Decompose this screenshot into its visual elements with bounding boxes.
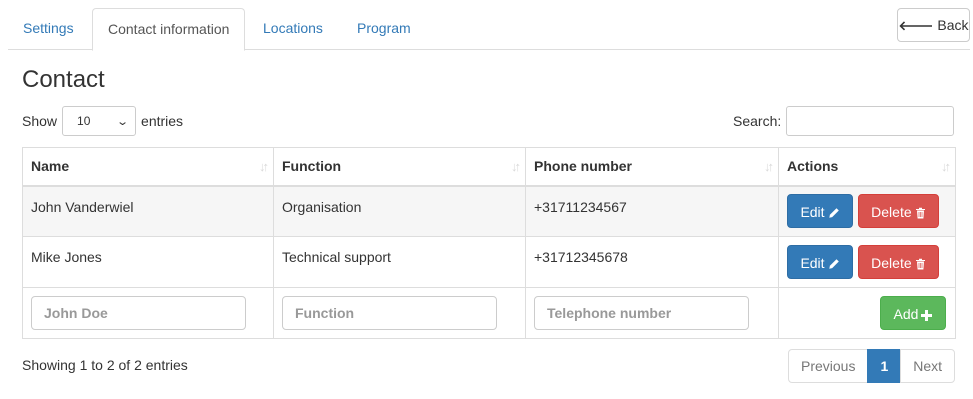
- cell-add: Add: [778, 287, 956, 339]
- table-info: Showing 1 to 2 of 2 entries: [22, 357, 188, 373]
- back-label: Back: [937, 17, 969, 33]
- tab-contact-information[interactable]: Contact information: [92, 8, 246, 51]
- search-input[interactable]: [786, 106, 955, 136]
- next-page-button[interactable]: Next: [900, 349, 956, 383]
- table-header-row: Name ↓↑ Function ↓↑ Phone number ↓↑ Actions…: [22, 147, 956, 187]
- column-header-label: Function: [282, 158, 342, 175]
- phone-input[interactable]: Telephone number: [534, 296, 749, 330]
- pencil-icon: [828, 208, 839, 218]
- trash-icon: [915, 208, 925, 219]
- cell-function-input: Function: [273, 287, 526, 339]
- cell-function: Technical support: [273, 236, 526, 288]
- column-header-label: Name: [31, 158, 70, 175]
- add-label: Add: [893, 306, 919, 322]
- search-control: Search:: [733, 106, 955, 136]
- previous-page-button[interactable]: Previous: [788, 349, 869, 383]
- entries-select-value: 10: [77, 114, 91, 128]
- column-header-label: Phone number: [534, 158, 633, 175]
- function-input[interactable]: Function: [282, 296, 497, 330]
- table-row: John Vanderwiel Organisation +3171123456…: [22, 185, 956, 237]
- cell-name: John Vanderwiel: [22, 185, 274, 237]
- delete-label: Delete: [871, 204, 912, 221]
- edit-label: Edit: [800, 255, 825, 271]
- length-control: Show 10 ⌄ entries: [22, 106, 183, 136]
- arrow-left-icon: 🡐: [898, 18, 934, 33]
- cell-actions: Edit Delete: [778, 236, 956, 288]
- column-header-label: Actions: [787, 158, 839, 175]
- sort-icon: ↓↑: [511, 159, 521, 174]
- tab-settings[interactable]: Settings: [8, 8, 89, 50]
- pagination: Previous 1 Next: [788, 349, 956, 383]
- delete-label: Delete: [871, 255, 912, 271]
- cell-phone-input: Telephone number: [525, 287, 779, 339]
- entries-label: entries: [141, 113, 184, 129]
- column-header-phone[interactable]: Phone number ↓↑: [525, 147, 779, 187]
- new-contact-row: John Doe Function Telephone number Add: [22, 287, 956, 339]
- cell-phone: +31711234567: [525, 185, 779, 237]
- show-label: Show: [22, 113, 58, 129]
- cell-actions: Edit Delete: [778, 185, 956, 237]
- plus-icon: [921, 310, 933, 321]
- sort-icon: ↓↑: [259, 159, 269, 174]
- chevron-down-icon: ⌄: [115, 115, 129, 128]
- cell-function: Organisation: [273, 185, 526, 237]
- pencil-icon: [828, 259, 839, 269]
- entries-select[interactable]: 10 ⌄: [62, 106, 137, 136]
- name-input[interactable]: John Doe: [31, 296, 246, 330]
- column-header-function[interactable]: Function ↓↑: [273, 147, 526, 187]
- page-title: Contact: [22, 66, 105, 93]
- back-button[interactable]: 🡐 Back: [897, 8, 970, 42]
- column-header-actions[interactable]: Actions ↓↑: [778, 147, 956, 187]
- edit-button[interactable]: Edit: [787, 194, 853, 229]
- table-row: Mike Jones Technical support +3171234567…: [22, 236, 956, 288]
- tab-locations[interactable]: Locations: [248, 8, 338, 50]
- edit-button[interactable]: Edit: [787, 245, 853, 279]
- sort-icon: ↓↑: [764, 159, 774, 174]
- cell-name-input: John Doe: [22, 287, 274, 339]
- contact-table: Name ↓↑ Function ↓↑ Phone number ↓↑ Actions…: [22, 147, 956, 339]
- tab-program[interactable]: Program: [342, 8, 426, 50]
- page-1-button[interactable]: 1: [867, 349, 902, 383]
- search-label: Search:: [733, 113, 782, 129]
- tab-bar: Settings Contact information Locations P…: [8, 0, 970, 51]
- cell-name: Mike Jones: [22, 236, 274, 288]
- trash-icon: [915, 258, 925, 270]
- edit-label: Edit: [800, 204, 825, 221]
- delete-button[interactable]: Delete: [857, 245, 939, 279]
- delete-button[interactable]: Delete: [857, 194, 939, 229]
- sort-icon: ↓↑: [941, 159, 951, 174]
- cell-phone: +31712345678: [525, 236, 779, 288]
- add-button[interactable]: Add: [880, 296, 946, 330]
- column-header-name[interactable]: Name ↓↑: [22, 147, 274, 187]
